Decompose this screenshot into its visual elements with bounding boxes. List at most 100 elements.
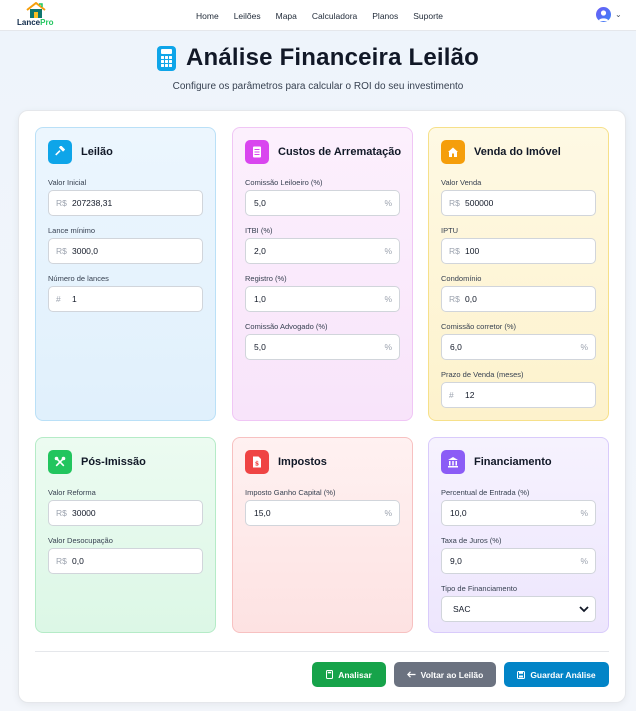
input-value: 1,0 xyxy=(254,294,266,304)
input-value: 100 xyxy=(465,246,480,256)
nav-link-leiloes[interactable]: Leilões xyxy=(234,11,261,21)
registro-input[interactable]: 1,0 % xyxy=(245,286,400,312)
input-value: 1 xyxy=(72,294,77,304)
nav-link-suporte[interactable]: Suporte xyxy=(413,11,443,21)
currency-prefix: R$ xyxy=(56,246,67,256)
imposto-ganho-capital-label: Imposto Ganho Capital (%) xyxy=(245,488,336,497)
numero-lances-input[interactable]: # 1 xyxy=(48,286,203,312)
svg-text:$: $ xyxy=(255,461,259,468)
percent-suffix: % xyxy=(384,246,392,256)
input-value: 500000 xyxy=(465,198,494,208)
input-value: 9,0 xyxy=(450,556,462,566)
input-value: 6,0 xyxy=(450,342,462,352)
percent-suffix: % xyxy=(580,508,588,518)
valor-reforma-input[interactable]: R$ 30000 xyxy=(48,500,203,526)
percent-suffix: % xyxy=(384,508,392,518)
button-label: Guardar Análise xyxy=(530,669,596,680)
iptu-input[interactable]: R$ 100 xyxy=(441,238,596,264)
arrow-left-icon xyxy=(406,671,416,678)
valor-reforma-label: Valor Reforma xyxy=(48,488,96,497)
iptu-label: IPTU xyxy=(441,226,459,235)
registro-label: Registro (%) xyxy=(245,274,287,283)
section-title: Venda do Imóvel xyxy=(474,146,561,158)
section-pos-imissao: Pós-Imissão Valor Reforma R$ 30000 Valor… xyxy=(35,437,216,633)
comissao-advogado-input[interactable]: 5,0 % xyxy=(245,334,400,360)
nav-link-mapa[interactable]: Mapa xyxy=(276,11,297,21)
input-value: 30000 xyxy=(72,508,96,518)
lance-minimo-input[interactable]: R$ 3000,0 xyxy=(48,238,203,264)
lance-minimo-label: Lance mínimo xyxy=(48,226,96,235)
analysis-form-card: Leilão Valor Inicial R$ 207238,31 Lance … xyxy=(18,110,626,703)
hash-prefix: # xyxy=(449,390,454,400)
input-value: 10,0 xyxy=(450,508,467,518)
gavel-icon xyxy=(48,140,72,164)
section-title: Custos de Arrematação xyxy=(278,146,402,158)
percent-suffix: % xyxy=(580,556,588,566)
nav-link-calculadora[interactable]: Calculadora xyxy=(312,11,357,21)
comissao-advogado-label: Comissão Advogado (%) xyxy=(245,322,328,331)
page-header: Análise Financeira Leilão xyxy=(0,44,636,72)
input-value: 2,0 xyxy=(254,246,266,256)
voltar-leilao-button[interactable]: Voltar ao Leilão xyxy=(394,662,496,687)
input-value: 3000,0 xyxy=(72,246,98,256)
save-icon xyxy=(517,670,526,679)
valor-desocupacao-label: Valor Desocupação xyxy=(48,536,113,545)
condominio-input[interactable]: R$ 0,0 xyxy=(441,286,596,312)
section-venda-imovel: Venda do Imóvel Valor Venda R$ 500000 IP… xyxy=(428,127,609,421)
input-value: 0,0 xyxy=(465,294,477,304)
taxa-juros-label: Taxa de Juros (%) xyxy=(441,536,502,545)
comissao-corretor-input[interactable]: 6,0 % xyxy=(441,334,596,360)
nav-link-home[interactable]: Home xyxy=(196,11,219,21)
percent-suffix: % xyxy=(384,198,392,208)
section-leilao: Leilão Valor Inicial R$ 207238,31 Lance … xyxy=(35,127,216,421)
valor-venda-input[interactable]: R$ 500000 xyxy=(441,190,596,216)
section-title: Pós-Imissão xyxy=(81,456,146,468)
guardar-analise-button[interactable]: Guardar Análise xyxy=(504,662,609,687)
user-menu[interactable]: ⌄ xyxy=(596,7,622,22)
top-navbar: LancePro Home Leilões Mapa Calculadora P… xyxy=(0,0,636,31)
comissao-corretor-label: Comissão corretor (%) xyxy=(441,322,517,331)
page-title: Análise Financeira Leilão xyxy=(185,44,480,71)
logo-text: LancePro xyxy=(17,18,54,27)
tools-icon xyxy=(48,450,72,474)
input-value: 0,0 xyxy=(72,556,84,566)
input-value: 12 xyxy=(465,390,475,400)
input-value: 207238,31 xyxy=(72,198,113,208)
percentual-entrada-input[interactable]: 10,0 % xyxy=(441,500,596,526)
page-subtitle: Configure os parâmetros para calcular o … xyxy=(172,81,464,92)
percentual-entrada-label: Percentual de Entrada (%) xyxy=(441,488,530,497)
valor-inicial-input[interactable]: R$ 207238,31 xyxy=(48,190,203,216)
house-logo-icon xyxy=(26,2,46,18)
condominio-label: Condomínio xyxy=(441,274,482,283)
imposto-ganho-capital-input[interactable]: 15,0 % xyxy=(245,500,400,526)
comissao-leiloeiro-input[interactable]: 5,0 % xyxy=(245,190,400,216)
valor-desocupacao-input[interactable]: R$ 0,0 xyxy=(48,548,203,574)
tipo-financiamento-label: Tipo de Financiamento xyxy=(441,584,518,593)
itbi-input[interactable]: 2,0 % xyxy=(245,238,400,264)
percent-suffix: % xyxy=(384,342,392,352)
section-impostos: $ Impostos Imposto Ganho Capital (%) 15,… xyxy=(232,437,413,633)
numero-lances-label: Número de lances xyxy=(48,274,109,283)
itbi-label: ITBI (%) xyxy=(245,226,273,235)
section-custos-arrematacao: Custos de Arrematação Comissão Leiloeiro… xyxy=(232,127,413,421)
analisar-button[interactable]: Analisar xyxy=(312,662,386,687)
taxa-juros-input[interactable]: 9,0 % xyxy=(441,548,596,574)
currency-prefix: R$ xyxy=(449,294,460,304)
lancepro-logo[interactable]: LancePro xyxy=(17,2,57,30)
percent-suffix: % xyxy=(580,342,588,352)
tipo-financiamento-select[interactable]: SAC xyxy=(441,596,596,622)
house-icon xyxy=(441,140,465,164)
section-financiamento: Financiamento Percentual de Entrada (%) … xyxy=(428,437,609,633)
user-avatar-icon xyxy=(596,7,611,22)
prazo-venda-input[interactable]: # 12 xyxy=(441,382,596,408)
nav-link-planos[interactable]: Planos xyxy=(372,11,398,21)
section-title: Financiamento xyxy=(474,456,552,468)
button-label: Voltar ao Leilão xyxy=(420,669,484,680)
percent-suffix: % xyxy=(384,294,392,304)
currency-prefix: R$ xyxy=(56,556,67,566)
valor-venda-label: Valor Venda xyxy=(441,178,482,187)
chevron-down-icon xyxy=(579,605,589,612)
hash-prefix: # xyxy=(56,294,61,304)
calculator-icon xyxy=(156,45,176,71)
bank-icon xyxy=(441,450,465,474)
